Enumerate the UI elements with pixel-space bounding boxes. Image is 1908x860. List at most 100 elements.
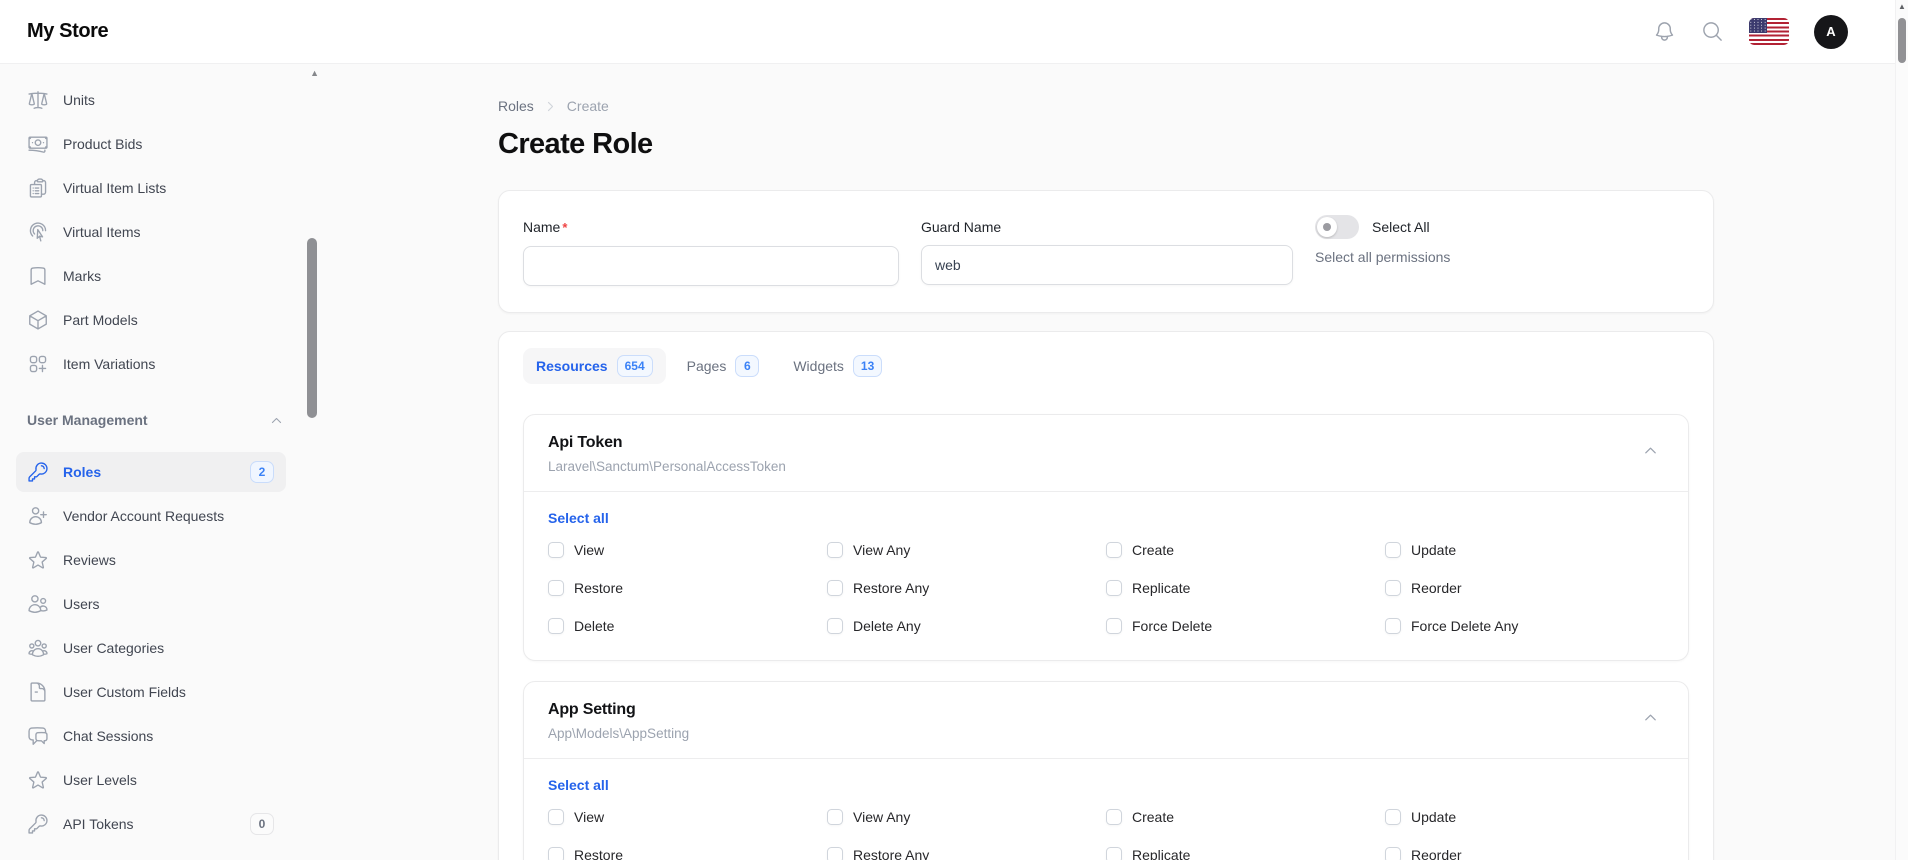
permission-delete[interactable]: Delete	[548, 616, 827, 636]
sidebar-item-chat-sessions[interactable]: Chat Sessions	[16, 716, 286, 756]
checkbox-icon[interactable]	[1385, 542, 1401, 558]
checkbox-icon[interactable]	[548, 618, 564, 634]
sidebar-item-label: Units	[63, 92, 95, 108]
sidebar-item-label: Roles	[63, 464, 102, 480]
sidebar-item-badge: 2	[250, 461, 274, 483]
sidebar-item-product-bids[interactable]: Product Bids	[16, 124, 286, 164]
sidebar-group-user-management[interactable]: User Management	[27, 410, 283, 430]
permission-restore-any[interactable]: Restore Any	[827, 578, 1106, 598]
permission-restore[interactable]: Restore	[548, 845, 827, 860]
scrollbar-thumb[interactable]	[1898, 18, 1906, 63]
language-switcher-us-flag[interactable]	[1749, 18, 1789, 45]
permission-create[interactable]: Create	[1106, 540, 1385, 560]
sidebar-item-users[interactable]: Users	[16, 584, 286, 624]
sidebar-group-label: User Management	[27, 412, 148, 428]
permission-view-any[interactable]: View Any	[827, 807, 1106, 827]
select-all-helper-text: Select all permissions	[1315, 249, 1451, 265]
tab-widgets-badge: 13	[852, 355, 883, 377]
us-flag-icon	[1749, 18, 1767, 33]
breadcrumb-roles-link[interactable]: Roles	[498, 98, 534, 114]
select-all-toggle[interactable]	[1315, 215, 1359, 239]
tab-widgets[interactable]: Widgets 13	[780, 348, 895, 384]
permission-label: Reorder	[1411, 847, 1462, 860]
checkbox-icon[interactable]	[827, 847, 843, 860]
tab-pages[interactable]: Pages 6	[674, 348, 773, 384]
checkbox-icon[interactable]	[1106, 618, 1122, 634]
sidebar-user-management-items: Roles 2 Vendor Account Requests Reviews User…	[16, 452, 286, 844]
permission-view[interactable]: View	[548, 807, 827, 827]
checkbox-icon[interactable]	[1106, 542, 1122, 558]
permission-view-any[interactable]: View Any	[827, 540, 1106, 560]
permission-delete-any[interactable]: Delete Any	[827, 616, 1106, 636]
sidebar-item-user-custom-fields[interactable]: User Custom Fields	[16, 672, 286, 712]
sidebar-item-reviews[interactable]: Reviews	[16, 540, 286, 580]
permission-replicate[interactable]: Replicate	[1106, 845, 1385, 860]
notifications-button[interactable]	[1653, 20, 1676, 43]
checkbox-icon[interactable]	[1106, 847, 1122, 860]
permission-reorder[interactable]: Reorder	[1385, 578, 1664, 598]
window-scrollbar[interactable]: ▲	[1895, 0, 1908, 860]
permission-replicate[interactable]: Replicate	[1106, 578, 1385, 598]
permissions-grid: View View Any Create Update Restore Restore A…	[548, 807, 1664, 860]
sidebar-item-virtual-items[interactable]: Virtual Items	[16, 212, 286, 252]
breadcrumb: Roles Create	[498, 96, 1714, 116]
permissions-tabs: Resources 654 Pages 6 Widgets 13	[523, 348, 1689, 384]
permission-restore-any[interactable]: Restore Any	[827, 845, 1106, 860]
scrollbar-up-arrow[interactable]: ▲	[1896, 2, 1908, 11]
checkbox-icon[interactable]	[827, 618, 843, 634]
checkbox-icon[interactable]	[827, 580, 843, 596]
sidebar-item-label: User Categories	[63, 640, 165, 656]
checkbox-icon[interactable]	[1106, 809, 1122, 825]
tab-resources[interactable]: Resources 654	[523, 348, 666, 384]
permission-force-delete-any[interactable]: Force Delete Any	[1385, 616, 1664, 636]
checkbox-icon[interactable]	[1385, 618, 1401, 634]
sidebar-item-label: API Tokens	[63, 816, 134, 832]
permission-force-delete[interactable]: Force Delete	[1106, 616, 1385, 636]
search-button[interactable]	[1701, 20, 1724, 43]
checkbox-icon[interactable]	[548, 580, 564, 596]
sidebar-item-virtual-item-lists[interactable]: Virtual Item Lists	[16, 168, 286, 208]
sidebar-item-marks[interactable]: Marks	[16, 256, 286, 296]
name-input[interactable]	[523, 246, 899, 286]
checkbox-icon[interactable]	[1385, 580, 1401, 596]
brand-logo[interactable]: My Store	[27, 20, 109, 43]
checkbox-icon[interactable]	[1385, 809, 1401, 825]
sidebar-item-badge: 0	[250, 813, 274, 835]
permission-create[interactable]: Create	[1106, 807, 1385, 827]
permission-label: View Any	[853, 542, 911, 558]
permission-reorder[interactable]: Reorder	[1385, 845, 1664, 860]
name-field-wrapper: Name *	[523, 217, 899, 286]
section-title: Api Token	[548, 434, 623, 451]
checkbox-icon[interactable]	[548, 542, 564, 558]
permission-label: Restore Any	[853, 580, 930, 596]
select-all-link[interactable]: Select all	[548, 775, 609, 795]
permission-label: View	[574, 809, 605, 825]
permissions-card: Resources 654 Pages 6 Widgets 13 Api Tok…	[498, 331, 1714, 860]
sidebar-item-api-tokens[interactable]: API Tokens 0	[16, 804, 286, 844]
checkbox-icon[interactable]	[1385, 847, 1401, 860]
sidebar-item-units[interactable]: Units	[16, 80, 286, 120]
checkbox-icon[interactable]	[827, 809, 843, 825]
bookmark-icon	[30, 267, 46, 285]
sidebar-item-vendor-account-requests[interactable]: Vendor Account Requests	[16, 496, 286, 536]
collapse-section-button[interactable]	[1637, 437, 1664, 467]
sidebar-item-user-categories[interactable]: User Categories	[16, 628, 286, 668]
sidebar-item-user-levels[interactable]: User Levels	[16, 760, 286, 800]
sidebar-item-item-variations[interactable]: Item Variations	[16, 344, 286, 384]
sidebar-item-label: Virtual Item Lists	[63, 180, 167, 196]
permission-update[interactable]: Update	[1385, 807, 1664, 827]
sidebar-item-part-models[interactable]: Part Models	[16, 300, 286, 340]
checkbox-icon[interactable]	[827, 542, 843, 558]
checkbox-icon[interactable]	[548, 809, 564, 825]
permission-restore[interactable]: Restore	[548, 578, 827, 598]
guard-name-field-label: Guard Name	[921, 219, 1002, 235]
collapse-section-button[interactable]	[1637, 704, 1664, 734]
guard-name-input[interactable]	[921, 245, 1293, 285]
checkbox-icon[interactable]	[548, 847, 564, 860]
checkbox-icon[interactable]	[1106, 580, 1122, 596]
permission-update[interactable]: Update	[1385, 540, 1664, 560]
user-avatar[interactable]: A	[1814, 14, 1848, 49]
sidebar-item-roles[interactable]: Roles 2	[16, 452, 286, 492]
select-all-link[interactable]: Select all	[548, 508, 609, 528]
permission-view[interactable]: View	[548, 540, 827, 560]
